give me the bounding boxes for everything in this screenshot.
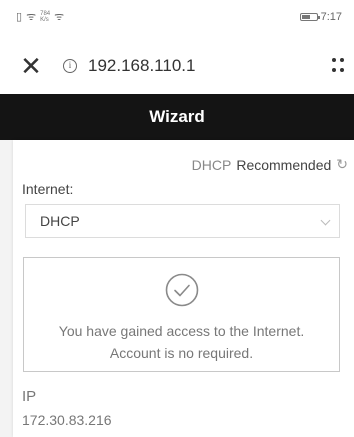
select-value: DHCP xyxy=(40,213,80,229)
menu-icon[interactable] xyxy=(332,58,346,74)
battery-icon xyxy=(299,13,320,21)
check-circle-icon xyxy=(165,273,199,307)
status-message: You have gained access to the Internet. … xyxy=(24,320,339,364)
status-bar: ▯ ᯤ 784 K/s ᯤ 7:17 xyxy=(0,0,354,42)
internet-mode-select[interactable]: DHCP xyxy=(25,204,340,238)
network-speed: 784 K/s xyxy=(40,11,51,23)
wifi-icon: ᯤ xyxy=(54,10,65,23)
close-icon[interactable]: ✕ xyxy=(18,53,44,79)
ip-label: IP xyxy=(22,388,37,405)
internet-label: Internet: xyxy=(22,181,74,197)
status-bar-right: 7:17 xyxy=(299,11,342,23)
page-title: Wizard xyxy=(0,94,354,140)
recommended-mode: DHCP Recommended ↻ xyxy=(192,156,348,173)
ip-value: 172.30.83.216 xyxy=(22,412,112,428)
recommended-label: Recommended xyxy=(236,156,332,173)
status-line-1: You have gained access to the Internet. xyxy=(58,323,305,339)
chevron-down-icon xyxy=(320,215,331,226)
info-icon[interactable]: i xyxy=(63,59,77,73)
status-line-2: Account is no required. xyxy=(109,345,254,361)
sim-card-icon: ▯ xyxy=(16,10,23,23)
refresh-icon[interactable]: ↻ xyxy=(336,156,348,173)
status-bar-left: ▯ ᯤ 784 K/s ᯤ xyxy=(16,11,64,23)
mode-hint: DHCP xyxy=(191,156,232,173)
clock: 7:17 xyxy=(320,11,342,23)
connection-status-box: You have gained access to the Internet. … xyxy=(23,257,340,372)
wizard-card: DHCP Recommended ↻ Internet: DHCP You ha… xyxy=(13,140,354,437)
wifi-calling-icon: ᯤ xyxy=(26,10,37,23)
address-bar: ✕ i 192.168.110.1 xyxy=(0,42,354,94)
url-text[interactable]: 192.168.110.1 xyxy=(88,56,195,76)
